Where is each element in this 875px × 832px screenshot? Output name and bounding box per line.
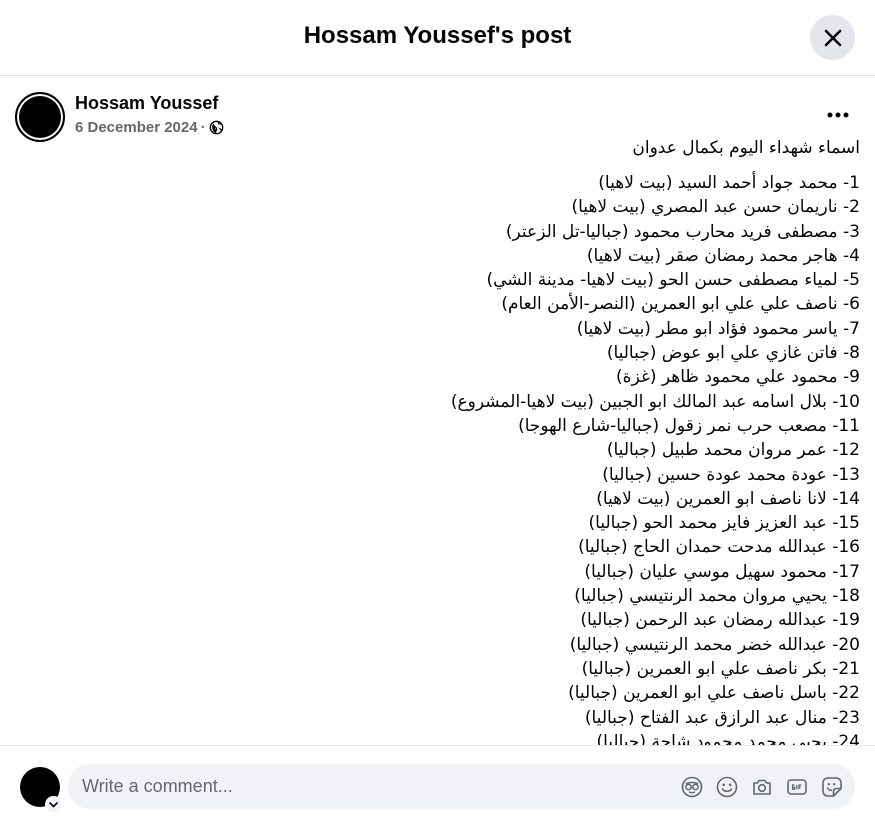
list-item: 21- بكر ناصف علي ابو العمرين (جباليا) <box>581 658 860 679</box>
dialog-title: Hossam Youssef's post <box>303 22 572 49</box>
camera-icon <box>753 779 771 795</box>
list-item: 6- ناصف علي علي ابو العمرين (النصر-الأمن… <box>501 294 860 315</box>
avatar-sticker-icon <box>681 776 703 798</box>
chevron-down-icon <box>49 801 58 808</box>
list-item: 23- منال عبد الرازق عبد الفتاح (جباليا) <box>584 707 860 728</box>
avatar-sticker-button[interactable] <box>680 775 704 799</box>
post-meta: 6 December 2024 · <box>75 119 224 136</box>
list-item: 9- محمود علي محمود ظاهر (غزة) <box>616 367 860 388</box>
sticker-icon <box>822 777 842 797</box>
sticker-button[interactable] <box>820 775 844 799</box>
gif-button[interactable] <box>785 775 809 799</box>
list-item: 8- فاتن غازي علي ابو عوض (جباليا) <box>606 343 860 364</box>
meta-separator: · <box>200 119 206 136</box>
comment-box <box>68 764 855 809</box>
list-item: 18- يحيي مروان محمد الرنتيسي (جباليا) <box>574 586 860 607</box>
profile-switch-button[interactable] <box>45 796 62 813</box>
comment-composer <box>0 745 875 832</box>
emoji-icon <box>716 776 738 798</box>
list-item: 20- عبدالله خضر محمد الرنتيسي (جباليا) <box>569 634 860 655</box>
list-item: 15- عبد العزيز فايز محمد الحو (جباليا) <box>588 513 860 534</box>
list-item: 22- باسل ناصف علي ابو العمرين (جباليا) <box>568 683 860 704</box>
list-item: 12- عمر مروان محمد طبيل (جباليا) <box>606 440 860 461</box>
list-item: 4- هاجر محمد رمضان صقر (بيت لاهيا) <box>586 245 860 266</box>
list-item: 13- عودة محمد عودة حسين (جباليا) <box>602 464 860 485</box>
gif-icon <box>787 779 807 795</box>
author-name[interactable]: Hossam Youssef <box>75 93 218 114</box>
post-title: اسماء شهداء اليوم بكمال عدوان <box>632 138 860 158</box>
emoji-button[interactable] <box>715 775 739 799</box>
more-options-button[interactable] <box>823 100 853 130</box>
close-icon <box>824 29 841 46</box>
post-body: اسماء شهداء اليوم بكمال عدوان 1- محمد جو… <box>20 135 860 745</box>
list-item: 19- عبدالله رمضان عبد الرحمن (جباليا) <box>580 610 860 631</box>
close-button[interactable] <box>810 15 855 60</box>
list-item: 11- مصعب حرب نمر زقول (جباليا-شارع الهوج… <box>518 415 860 436</box>
list-item: 7- ياسر محمود فؤاد ابو مطر (بيت لاهيا) <box>576 318 860 339</box>
list-item: 2- ناريمان حسن عبد المصري (بيت لاهيا) <box>571 197 861 218</box>
list-item: 16- عبدالله مدحت حمدان الحاج (جباليا) <box>578 537 860 558</box>
list-item: 17- محمود سهيل موسي عليان (جباليا) <box>584 561 860 582</box>
list-item: 3- مصطفى فريد محارب محمود (جباليا-تل الز… <box>505 221 860 242</box>
dialog-header: Hossam Youssef's post <box>0 0 875 76</box>
globe-icon <box>209 120 223 135</box>
photo-button[interactable] <box>750 775 774 799</box>
post-date[interactable]: 6 December 2024 <box>75 119 198 136</box>
comment-input[interactable] <box>82 764 662 809</box>
list-item: 5- لمياء مصطفى حسن الحو (بيت لاهيا- مدين… <box>486 270 860 291</box>
list-item: 10- بلال اسامه عبد المالك ابو الجبين (بي… <box>450 391 860 412</box>
list-item: 24- يحيي محمد محمود شاحة (جباليا) <box>596 731 860 745</box>
list-item: 1- محمد جواد أحمد السيد (بيت لاهيا) <box>598 173 860 193</box>
more-options-icon <box>827 112 849 118</box>
list-item: 14- لانا ناصف ابو العمرين (بيت لاهيا) <box>596 488 860 509</box>
martyrs-list: 1- محمد جواد أحمد السيد (بيت لاهيا) 2- ن… <box>451 171 860 745</box>
